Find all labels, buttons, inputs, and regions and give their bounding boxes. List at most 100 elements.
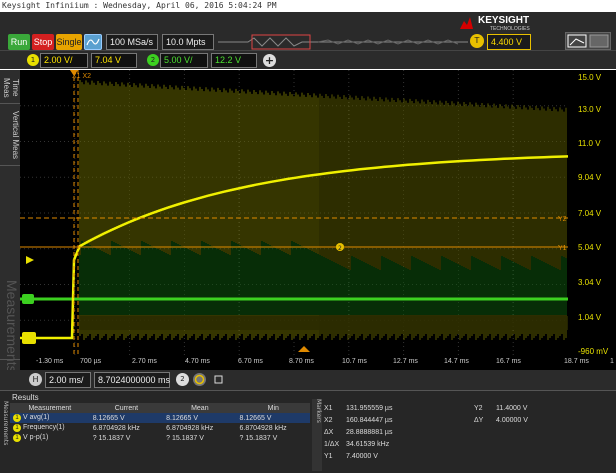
mean-cell: ? 15.1837 V [166, 434, 204, 442]
waveform-display[interactable]: X1 X2 Y2 Y1 2 [20, 70, 568, 356]
marker-y2-label: Y2 [558, 216, 567, 223]
x-axis-tick-label: 2.70 ms [132, 358, 157, 365]
timebase-scale-field[interactable]: 2.00 ms/ [45, 372, 91, 388]
channel-2-offset-field[interactable]: 12.2 V [211, 53, 257, 68]
channel-1-badge[interactable]: 1 [27, 54, 39, 66]
results-title: Results [12, 393, 39, 402]
current-cell: ? 15.1837 V [92, 434, 131, 442]
brand-subtitle: TECHNOLOGIES [490, 26, 530, 32]
memory-depth-field[interactable]: 10.0 Mpts [162, 34, 214, 50]
marker-x2-value: 160.844447 µs [346, 417, 393, 424]
marker-y1-value: 7.40000 V [346, 453, 378, 460]
reference-icon[interactable] [193, 373, 206, 386]
results-side-label[interactable]: Measurements [0, 401, 9, 471]
tab-meas-label: Meas [2, 77, 11, 98]
y-axis-tick-label: 1.04 V [578, 313, 602, 322]
tab-time-meas[interactable]: Time Meas [0, 72, 20, 104]
tab-measurements[interactable]: Measurements [0, 280, 20, 373]
zoom-toggle[interactable] [565, 32, 611, 50]
timebase-position-field[interactable]: 8.7024000000 ms [94, 372, 170, 388]
column-header[interactable]: Measurement [10, 403, 90, 413]
column-header[interactable]: Min [236, 403, 310, 413]
stop-button[interactable]: Stop [32, 34, 54, 50]
title-bar: Keysight Infiniium : Wednesday, April 06… [0, 0, 616, 12]
measurement-name: V avg(1) [23, 414, 50, 421]
x-axis-tick-label: 4.70 ms [185, 358, 210, 365]
horizontal-badge[interactable]: H [29, 373, 42, 386]
autoscale-button[interactable] [84, 34, 102, 50]
autoscale-icon [86, 38, 100, 46]
measurement-name-cell: 1V avg(1) [10, 413, 90, 423]
channel-1-ringing [79, 80, 567, 340]
channel-2-badge[interactable]: 2 [147, 54, 159, 66]
marker-center-number: 2 [338, 245, 342, 252]
mean-cell: 6.8704928 kHz [166, 424, 214, 432]
marker-inv-dx-value: 34.61539 kHz [346, 441, 390, 448]
results-panel: Results Measurements Measurement Current… [0, 390, 616, 473]
timebase-row: H 2.00 ms/ 8.7024000000 ms 2 [0, 370, 616, 390]
marker-inv-dx-row: 1/ΔX 34.61539 kHz [324, 441, 389, 451]
add-channel-button[interactable]: + [263, 54, 276, 67]
table-row[interactable]: 1V p-p(1) ? 15.1837 V ? 15.1837 V ? 15.1… [10, 433, 310, 443]
marker-y1-label: Y1 [324, 453, 333, 460]
marker-x2-row: X2 160.844447 µs [324, 417, 392, 427]
column-header[interactable]: Current [89, 403, 164, 413]
x-axis-tick-label: 18.7 ms [564, 358, 589, 365]
min-cell: ? 15.1837 V [239, 434, 278, 442]
y-axis-tick-label: 5.04 V [578, 243, 602, 252]
channel-settings-row: 1 2.00 V/ 7.04 V 2 5.00 V/ 12.2 V + [0, 50, 616, 69]
marker-x1-label: X1 [324, 405, 333, 412]
marker-dy-label: ΔY [474, 417, 484, 424]
channel-2-reference-badge[interactable]: 2 [176, 373, 189, 386]
x-axis-tick-label: 8.70 ms [289, 358, 314, 365]
trigger-badge: T [470, 34, 484, 48]
brand-name: KEYSIGHT [478, 15, 530, 26]
channel-2-ringing [79, 241, 567, 315]
x-axis-tick-label: -1.30 ms [36, 358, 64, 365]
measurement-name: Frequency(1) [23, 424, 65, 431]
x-axis-tick-label: 700 µs [80, 358, 102, 365]
single-button[interactable]: Single [56, 34, 82, 50]
channel-1-scale-field[interactable]: 2.00 V/ [40, 53, 88, 68]
run-button[interactable]: Run [8, 34, 30, 50]
measurement-name: V p-p(1) [23, 434, 49, 441]
marker-x1-row: X1 131.955559 µs [324, 405, 392, 415]
marker-x2-label: X2 [324, 417, 333, 424]
table-header-row: Measurement Current Mean Min [10, 403, 310, 413]
y-axis-tick-label: 3.04 V [578, 278, 602, 287]
markers-side-label[interactable]: Markers [312, 399, 322, 471]
marker-dx-row: ΔX 28.8888881 µs [324, 429, 392, 439]
marker-y2-label: Y2 [474, 405, 483, 412]
x-axis-tick-label: 10.7 ms [342, 358, 367, 365]
table-row[interactable]: 1 Frequency(1) 6.8704928 kHz 6.8704928 kH… [10, 423, 310, 433]
min-cell: 6.8704928 kHz [239, 424, 287, 432]
source-badge: 1 [13, 434, 21, 442]
trigger-level-field[interactable]: 4.400 V [487, 34, 531, 50]
restore-window-icon[interactable] [212, 373, 225, 386]
x-axis-end-label: 1 [610, 358, 614, 365]
y-axis-tick-label: 11.0 V [578, 139, 601, 148]
window-title: Keysight Infiniium : Wednesday, April 06… [2, 1, 277, 10]
marker-y2-value: 11.4000 V [496, 405, 528, 412]
x-axis-tick-label: 6.70 ms [238, 358, 263, 365]
marker-dy-row: ΔY 4.00000 V [474, 417, 528, 427]
tab-vertical-meas[interactable]: Vertical Meas [0, 106, 20, 166]
y-axis-tick-label: 9.04 V [578, 173, 602, 182]
channel-2-scale-field[interactable]: 5.00 V/ [160, 53, 208, 68]
table-row[interactable]: 1V avg(1) 8.12665 V 8.12665 V 8.12665 V [10, 413, 310, 423]
marker-dx-label: ΔX [324, 429, 334, 436]
waveform-svg: X1 X2Y2Y12 [20, 70, 568, 356]
column-header[interactable]: Mean [163, 403, 237, 413]
channel-1-offset-field[interactable]: 7.04 V [91, 53, 137, 68]
trigger-overview-waveform[interactable] [218, 34, 468, 50]
mean-cell: 8.12665 V [163, 413, 237, 423]
lower-band [80, 316, 568, 330]
x-axis-tick-label: 14.7 ms [444, 358, 469, 365]
current-cell: 6.8704928 kHz [92, 424, 140, 432]
source-badge: 1 [13, 414, 21, 422]
trigger-position-icon [298, 346, 310, 352]
sample-rate-field[interactable]: 100 MSa/s [106, 34, 158, 50]
marker-inv-dx-label: 1/ΔX [324, 441, 340, 448]
x-axis-labels: 1 -1.30 ms 700 µs 2.70 ms 4.70 ms 6.70 ms 8.7… [20, 356, 616, 370]
marker-y1-label: Y1 [558, 245, 567, 252]
